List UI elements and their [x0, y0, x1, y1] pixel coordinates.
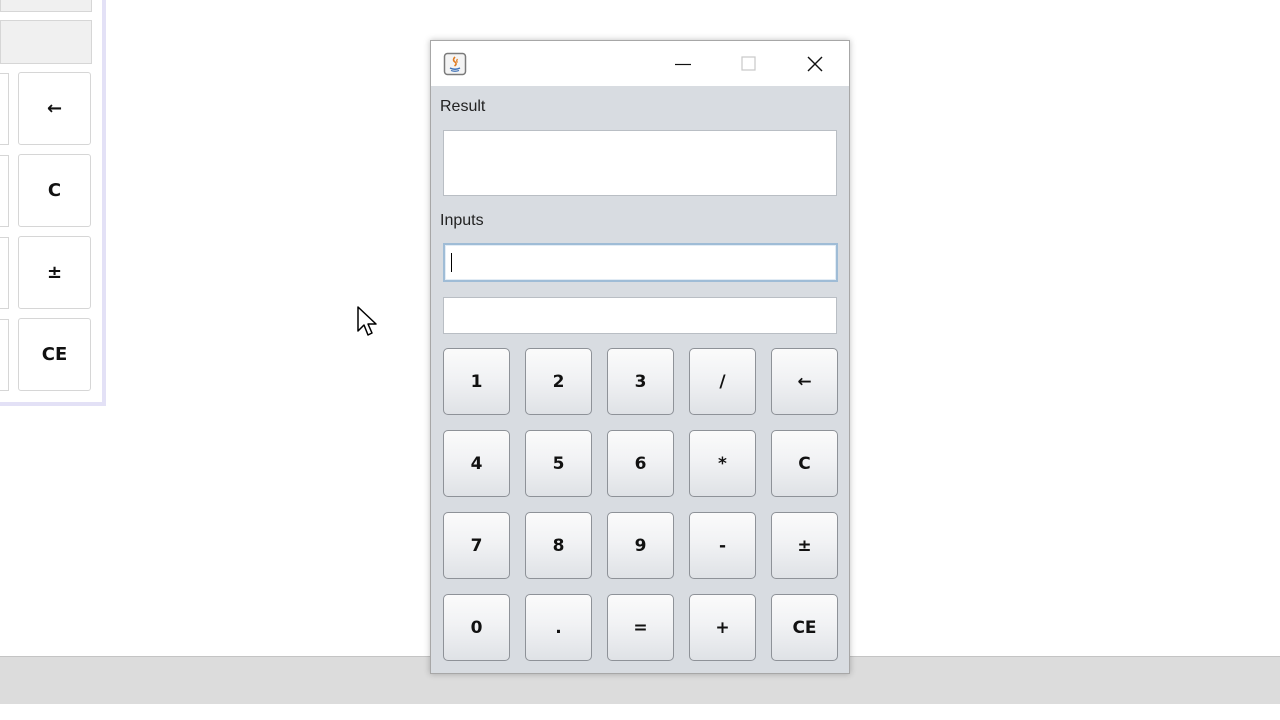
background-strip — [0, 0, 92, 12]
key-0-button[interactable]: 0 — [443, 594, 510, 661]
key-backspace-button[interactable]: ← — [771, 348, 838, 415]
key-3-button[interactable]: 3 — [607, 348, 674, 415]
key-multiply-button[interactable]: * — [689, 430, 756, 497]
key-5-button[interactable]: 5 — [525, 430, 592, 497]
key-8-button[interactable]: 8 — [525, 512, 592, 579]
background-clear-button: C — [18, 154, 91, 227]
background-field — [0, 20, 92, 64]
key-clear-button[interactable]: C — [771, 430, 838, 497]
key-subtract-button[interactable]: - — [689, 512, 756, 579]
background-cell-edge — [0, 155, 9, 227]
result-display — [443, 130, 837, 196]
result-label: Result — [440, 98, 486, 115]
key-divide-button[interactable]: / — [689, 348, 756, 415]
minimize-icon — [675, 63, 691, 65]
key-4-button[interactable]: 4 — [443, 430, 510, 497]
key-6-button[interactable]: 6 — [607, 430, 674, 497]
text-caret — [451, 253, 452, 272]
key-equals-button[interactable]: = — [607, 594, 674, 661]
keypad: 1 2 3/← 4 5 6 * C 7 8 9- ±0. = + CE — [443, 348, 838, 662]
first-input-field[interactable] — [443, 243, 838, 282]
maximize-icon — [741, 55, 756, 71]
close-button[interactable] — [782, 41, 848, 86]
key-decimal-button[interactable]: . — [525, 594, 592, 661]
key-clear-entry-button[interactable]: CE — [771, 594, 838, 661]
inputs-label: Inputs — [440, 212, 484, 229]
key-1-button[interactable]: 1 — [443, 348, 510, 415]
maximize-button[interactable] — [716, 41, 782, 86]
key-7-button[interactable]: 7 — [443, 512, 510, 579]
close-icon — [807, 56, 823, 71]
background-clear-entry-button: CE — [18, 318, 91, 391]
key-9-button[interactable]: 9 — [607, 512, 674, 579]
minimize-button[interactable] — [650, 41, 716, 86]
key-add-button[interactable]: + — [689, 594, 756, 661]
background-designer-preview: ← C ± CE — [0, 0, 106, 406]
title-bar[interactable] — [431, 41, 849, 86]
mouse-cursor-icon — [357, 306, 377, 336]
second-input-field[interactable] — [443, 297, 837, 334]
background-cell-edge — [0, 237, 9, 309]
java-icon[interactable] — [443, 52, 467, 76]
background-backspace-button: ← — [18, 72, 91, 145]
background-negate-button: ± — [18, 236, 91, 309]
background-cell-edge — [0, 73, 9, 145]
background-cell-edge — [0, 319, 9, 391]
key-negate-button[interactable]: ± — [771, 512, 838, 579]
calculator-window: Result Inputs 1 2 3/← 4 5 6 * C 7 8 9- ±0. = + CE — [430, 40, 850, 674]
key-2-button[interactable]: 2 — [525, 348, 592, 415]
bottom-strip — [0, 704, 1280, 720]
